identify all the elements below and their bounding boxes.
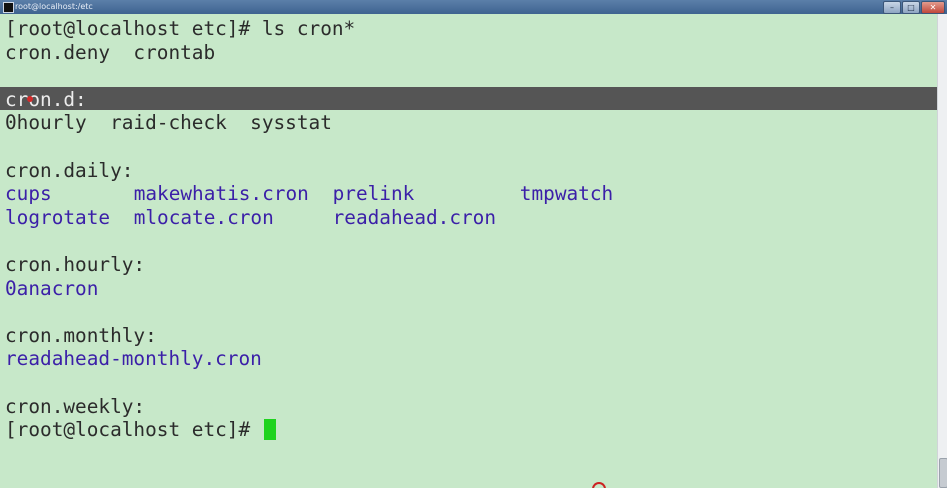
pointer-indicator-icon [592, 482, 606, 488]
terminal-text: [root@localhost etc]# ls cron* [5, 17, 356, 40]
terminal-text: cron.weekly: [5, 394, 146, 418]
terminal-line-weekly-header: cron.weekly: [5, 395, 145, 418]
terminal-line-daily-header: cron.daily: [5, 159, 133, 182]
executable-file-name: prelink [332, 182, 415, 206]
minimize-button[interactable]: – [883, 1, 901, 14]
terminal-line-crond-header: cron.d: [5, 88, 87, 111]
terminal-cursor [264, 419, 276, 440]
executable-file-name: tmpwatch [519, 182, 614, 206]
terminal-text: [root@localhost etc]# [5, 418, 262, 442]
executable-file-name: logrotate [5, 205, 111, 229]
terminal-line-hourly-header: cron.hourly: [5, 253, 145, 276]
terminal-text: cron.d: [5, 87, 87, 111]
selection-highlight [0, 87, 937, 110]
terminal-text: cron.deny crontab [5, 40, 216, 64]
terminal-line-prompt1: [root@localhost etc]# ls cron* [5, 17, 355, 40]
executable-file-name: makewhatis.cron [133, 182, 309, 206]
close-button[interactable]: ✕ [921, 1, 945, 14]
terminal-text: cron.daily: [5, 158, 134, 182]
terminal-line-monthly-list: readahead-monthly.cron [5, 347, 262, 370]
terminal-line-files1: cron.deny crontab [5, 41, 215, 64]
window-title: root@localhost:/etc [15, 2, 93, 11]
click-indicator-icon [27, 96, 33, 102]
vertical-scrollbar[interactable] [937, 14, 947, 488]
executable-file-name: mlocate.cron [133, 205, 274, 229]
executable-file-name: readahead.cron [332, 205, 497, 229]
scrollbar-thumb[interactable] [939, 458, 947, 488]
terminal-text: cron.hourly: [5, 253, 146, 276]
maximize-button[interactable]: □ [902, 1, 920, 14]
terminal-line-prompt2: [root@localhost etc]# [5, 418, 262, 441]
terminal-output[interactable]: [root@localhost etc]# ls cron* cron.deny … [0, 14, 937, 488]
executable-file-name: 0anacron [5, 276, 99, 300]
terminal-line-monthly-header: cron.monthly: [5, 324, 157, 347]
terminal-text: 0hourly raid-check sysstat [5, 111, 332, 135]
executable-file-name: cups [5, 182, 52, 206]
executable-file-name: readahead-monthly.cron [5, 347, 262, 371]
terminal-app-icon [3, 2, 14, 13]
terminal-line-hourly-list: 0anacron [5, 277, 98, 300]
terminal-text: cron.monthly: [5, 323, 157, 347]
terminal-line-crond-list: 0hourly raid-check sysstat [5, 111, 332, 134]
window-controls: – □ ✕ [882, 1, 945, 14]
window-title-bar[interactable]: root@localhost:/etc – □ ✕ [0, 0, 947, 15]
